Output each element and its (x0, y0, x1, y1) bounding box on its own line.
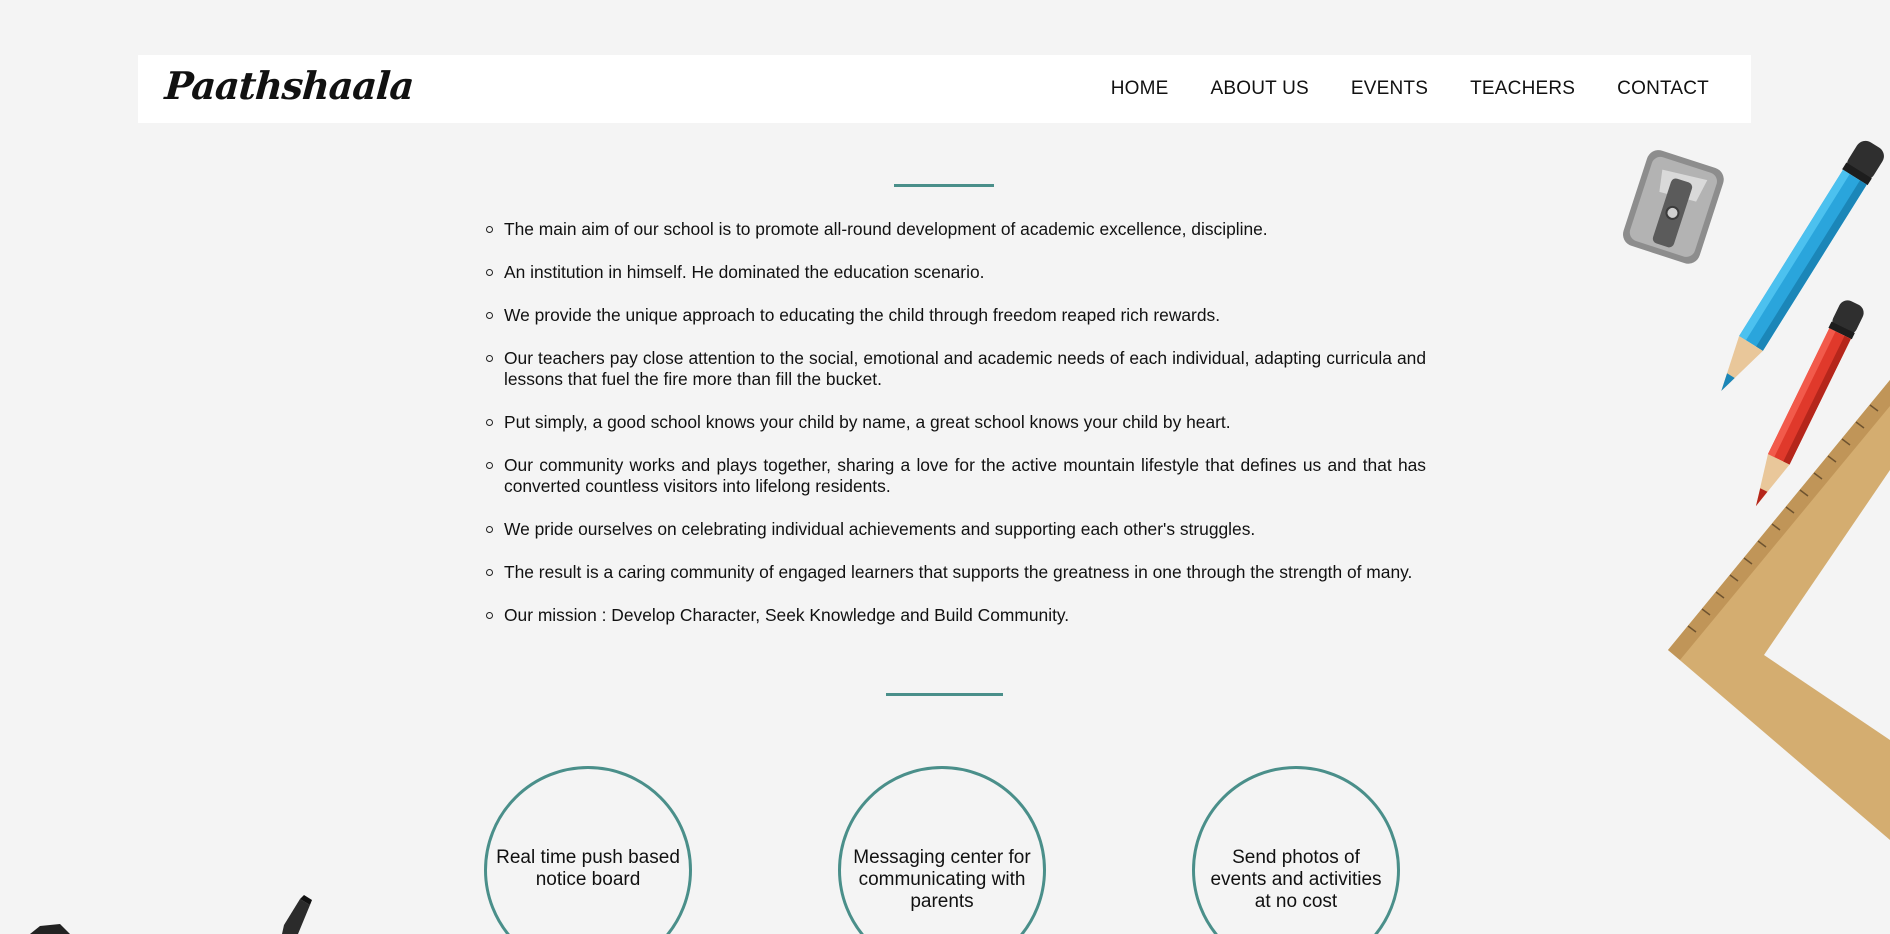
feature-label: Send photos of events and activities at … (1210, 847, 1382, 912)
mission-item: Our teachers pay close attention to the … (486, 348, 1426, 389)
nav-teachers[interactable]: TEACHERS (1470, 78, 1575, 100)
mission-item: The main aim of our school is to promote… (486, 219, 1426, 240)
navbar: Paathshaala HOME ABOUT US EVENTS TEACHER… (138, 55, 1751, 123)
mission-list: The main aim of our school is to promote… (486, 219, 1426, 648)
mission-item: An institution in himself. He dominated … (486, 262, 1426, 283)
nav-contact[interactable]: CONTACT (1617, 78, 1709, 100)
pen-tip-icon (30, 924, 70, 934)
mission-item: Our community works and plays together, … (486, 455, 1426, 496)
feature-label: Real time push based notice board (496, 847, 680, 890)
mission-item: Put simply, a good school knows your chi… (486, 412, 1426, 433)
mission-item: We provide the unique approach to educat… (486, 305, 1426, 326)
feature-label: Messaging center for communicating with … (853, 847, 1031, 912)
section-divider-top (894, 184, 994, 187)
nav-about-us[interactable]: ABOUT US (1211, 78, 1309, 100)
ruler-triangle-icon (1668, 380, 1890, 840)
page: Paathshaala HOME ABOUT US EVENTS TEACHER… (0, 0, 1890, 934)
nav-home[interactable]: HOME (1111, 78, 1169, 100)
mission-item: Our mission : Develop Character, Seek Kn… (486, 605, 1426, 626)
feature-photo-sharing[interactable]: Send photos of events and activities at … (1192, 766, 1400, 934)
mission-item: The result is a caring community of enga… (486, 562, 1426, 583)
site-logo[interactable]: Paathshaala (163, 63, 414, 108)
main-nav: HOME ABOUT US EVENTS TEACHERS CONTACT (1111, 55, 1709, 123)
feature-messaging-center[interactable]: Messaging center for communicating with … (838, 766, 1046, 934)
marker-icon (282, 895, 312, 934)
section-divider-bottom (886, 693, 1003, 696)
mission-item: We pride ourselves on celebrating indivi… (486, 519, 1426, 540)
feature-notice-board[interactable]: Real time push based notice board (484, 766, 692, 934)
nav-events[interactable]: EVENTS (1351, 78, 1428, 100)
